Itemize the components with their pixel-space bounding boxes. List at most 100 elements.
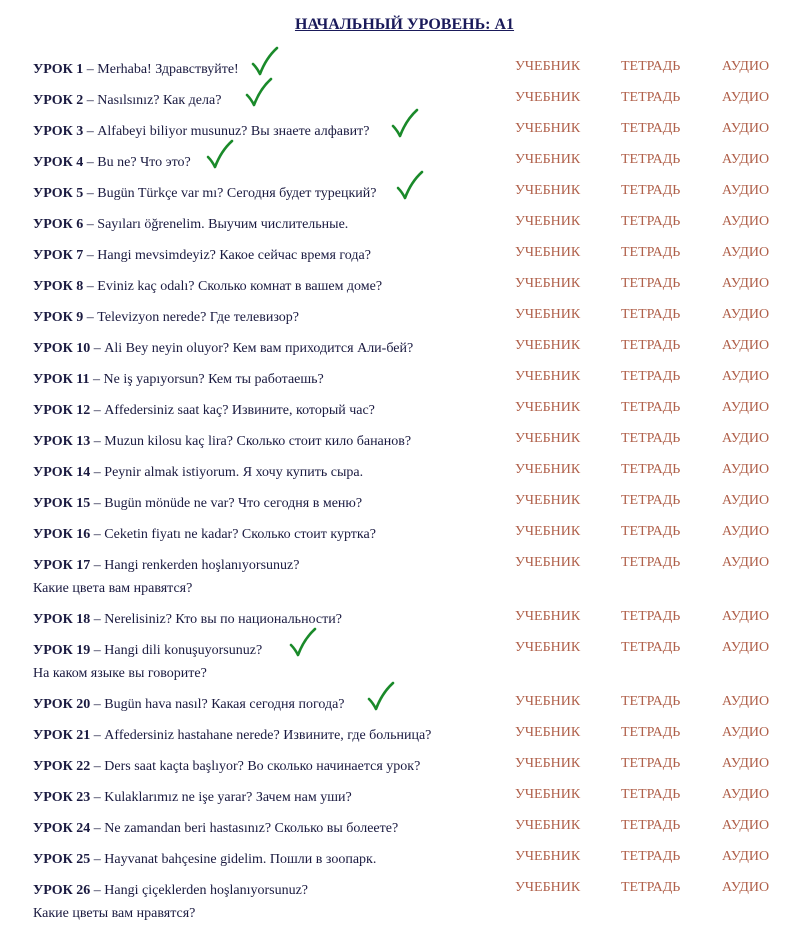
- audio-link[interactable]: АУДИО: [722, 337, 769, 355]
- lesson-row: УРОК 16 – Ceketin fiyatı ne kadar? Сколь…: [0, 523, 809, 543]
- audio-link[interactable]: АУДИО: [722, 399, 769, 417]
- textbook-link[interactable]: УЧЕБНИК: [515, 879, 580, 897]
- workbook-link[interactable]: ТЕТРАДЬ: [621, 848, 680, 866]
- audio-link[interactable]: АУДИО: [722, 213, 769, 231]
- lesson-text: Ali Bey neyin oluyor? Кем вам приходится…: [104, 341, 414, 356]
- workbook-link[interactable]: ТЕТРАДЬ: [621, 337, 680, 355]
- audio-link[interactable]: АУДИО: [722, 755, 769, 773]
- workbook-link[interactable]: ТЕТРАДЬ: [621, 879, 680, 897]
- lesson-number: УРОК 9: [33, 310, 84, 325]
- textbook-link[interactable]: УЧЕБНИК: [515, 275, 580, 293]
- audio-link[interactable]: АУДИО: [722, 724, 769, 742]
- audio-link[interactable]: АУДИО: [722, 523, 769, 541]
- lesson-title: УРОК 25 – Hayvanat bahçesine gidelim. По…: [33, 852, 377, 867]
- textbook-link[interactable]: УЧЕБНИК: [515, 461, 580, 479]
- lesson-row: УРОК 15 – Bugün mönüde ne var? Что сегод…: [0, 492, 809, 512]
- workbook-link[interactable]: ТЕТРАДЬ: [621, 275, 680, 293]
- lesson-title: УРОК 3 – Alfabeyi biliyor musunuz? Вы зн…: [33, 124, 370, 139]
- workbook-link[interactable]: ТЕТРАДЬ: [621, 724, 680, 742]
- textbook-link[interactable]: УЧЕБНИК: [515, 337, 580, 355]
- workbook-link[interactable]: ТЕТРАДЬ: [621, 244, 680, 262]
- workbook-link[interactable]: ТЕТРАДЬ: [621, 89, 680, 107]
- audio-link[interactable]: АУДИО: [722, 492, 769, 510]
- workbook-link[interactable]: ТЕТРАДЬ: [621, 639, 680, 657]
- textbook-link[interactable]: УЧЕБНИК: [515, 817, 580, 835]
- audio-link[interactable]: АУДИО: [722, 89, 769, 107]
- workbook-link[interactable]: ТЕТРАДЬ: [621, 693, 680, 711]
- textbook-link[interactable]: УЧЕБНИК: [515, 430, 580, 448]
- textbook-link[interactable]: УЧЕБНИК: [515, 213, 580, 231]
- lesson-number: УРОК 25: [33, 852, 91, 867]
- lesson-text: Bugün hava nasıl? Какая сегодня погода?: [104, 697, 345, 712]
- lesson-row: УРОК 5 – Bugün Türkçe var mı? Сегодня бу…: [0, 170, 809, 202]
- workbook-link[interactable]: ТЕТРАДЬ: [621, 151, 680, 169]
- workbook-link[interactable]: ТЕТРАДЬ: [621, 817, 680, 835]
- textbook-link[interactable]: УЧЕБНИК: [515, 786, 580, 804]
- audio-link[interactable]: АУДИО: [722, 120, 769, 138]
- audio-link[interactable]: АУДИО: [722, 58, 769, 76]
- textbook-link[interactable]: УЧЕБНИК: [515, 182, 580, 200]
- textbook-link[interactable]: УЧЕБНИК: [515, 554, 580, 572]
- textbook-link[interactable]: УЧЕБНИК: [515, 608, 580, 626]
- textbook-link[interactable]: УЧЕБНИК: [515, 58, 580, 76]
- textbook-link[interactable]: УЧЕБНИК: [515, 306, 580, 324]
- audio-link[interactable]: АУДИО: [722, 554, 769, 572]
- textbook-link[interactable]: УЧЕБНИК: [515, 848, 580, 866]
- textbook-link[interactable]: УЧЕБНИК: [515, 755, 580, 773]
- checkmark-icon: [391, 108, 419, 138]
- lesson-text: Sayıları öğrenelim. Выучим числительные.: [97, 217, 349, 232]
- textbook-link[interactable]: УЧЕБНИК: [515, 693, 580, 711]
- lesson-title: УРОК 14 – Peynir almak istiyorum. Я хочу…: [33, 465, 364, 480]
- textbook-link[interactable]: УЧЕБНИК: [515, 89, 580, 107]
- audio-link[interactable]: АУДИО: [722, 430, 769, 448]
- workbook-link[interactable]: ТЕТРАДЬ: [621, 213, 680, 231]
- audio-link[interactable]: АУДИО: [722, 693, 769, 711]
- lesson-number: УРОК 8: [33, 279, 84, 294]
- audio-link[interactable]: АУДИО: [722, 368, 769, 386]
- workbook-link[interactable]: ТЕТРАДЬ: [621, 786, 680, 804]
- audio-link[interactable]: АУДИО: [722, 639, 769, 657]
- audio-link[interactable]: АУДИО: [722, 151, 769, 169]
- textbook-link[interactable]: УЧЕБНИК: [515, 492, 580, 510]
- audio-link[interactable]: АУДИО: [722, 244, 769, 262]
- lesson-row: УРОК 20 – Bugün hava nasıl? Какая сегодн…: [0, 681, 809, 713]
- workbook-link[interactable]: ТЕТРАДЬ: [621, 399, 680, 417]
- textbook-link[interactable]: УЧЕБНИК: [515, 244, 580, 262]
- lesson-row: УРОК 19 – Hangi dili konuşuyorsunuz? На к…: [0, 627, 809, 681]
- workbook-link[interactable]: ТЕТРАДЬ: [621, 492, 680, 510]
- lesson-number: УРОК 4: [33, 155, 84, 170]
- workbook-link[interactable]: ТЕТРАДЬ: [621, 58, 680, 76]
- lesson-row: УРОК 24 – Ne zamandan beri hastasınız? С…: [0, 817, 809, 837]
- workbook-link[interactable]: ТЕТРАДЬ: [621, 368, 680, 386]
- lesson-title: УРОК 8 – Evi­niz kaç odalı? Сколько комн…: [33, 279, 383, 294]
- lesson-title: УРОК 22 – Ders saat kaçta başlıyor? Во с…: [33, 759, 421, 774]
- textbook-link[interactable]: УЧЕБНИК: [515, 120, 580, 138]
- workbook-link[interactable]: ТЕТРАДЬ: [621, 523, 680, 541]
- audio-link[interactable]: АУДИО: [722, 608, 769, 626]
- audio-link[interactable]: АУДИО: [722, 461, 769, 479]
- audio-link[interactable]: АУДИО: [722, 817, 769, 835]
- textbook-link[interactable]: УЧЕБНИК: [515, 151, 580, 169]
- workbook-link[interactable]: ТЕТРАДЬ: [621, 120, 680, 138]
- audio-link[interactable]: АУДИО: [722, 182, 769, 200]
- textbook-link[interactable]: УЧЕБНИК: [515, 639, 580, 657]
- audio-link[interactable]: АУДИО: [722, 306, 769, 324]
- textbook-link[interactable]: УЧЕБНИК: [515, 399, 580, 417]
- textbook-link[interactable]: УЧЕБНИК: [515, 523, 580, 541]
- textbook-link[interactable]: УЧЕБНИК: [515, 724, 580, 742]
- audio-link[interactable]: АУДИО: [722, 786, 769, 804]
- audio-link[interactable]: АУДИО: [722, 848, 769, 866]
- audio-link[interactable]: АУДИО: [722, 275, 769, 293]
- workbook-link[interactable]: ТЕТРАДЬ: [621, 182, 680, 200]
- lesson-number: УРОК 14: [33, 465, 91, 480]
- lesson-number: УРОК 20: [33, 697, 91, 712]
- textbook-link[interactable]: УЧЕБНИК: [515, 368, 580, 386]
- workbook-link[interactable]: ТЕТРАДЬ: [621, 461, 680, 479]
- lesson-number: УРОК 13: [33, 434, 91, 449]
- workbook-link[interactable]: ТЕТРАДЬ: [621, 608, 680, 626]
- audio-link[interactable]: АУДИО: [722, 879, 769, 897]
- workbook-link[interactable]: ТЕТРАДЬ: [621, 306, 680, 324]
- workbook-link[interactable]: ТЕТРАДЬ: [621, 554, 680, 572]
- workbook-link[interactable]: ТЕТРАДЬ: [621, 430, 680, 448]
- workbook-link[interactable]: ТЕТРАДЬ: [621, 755, 680, 773]
